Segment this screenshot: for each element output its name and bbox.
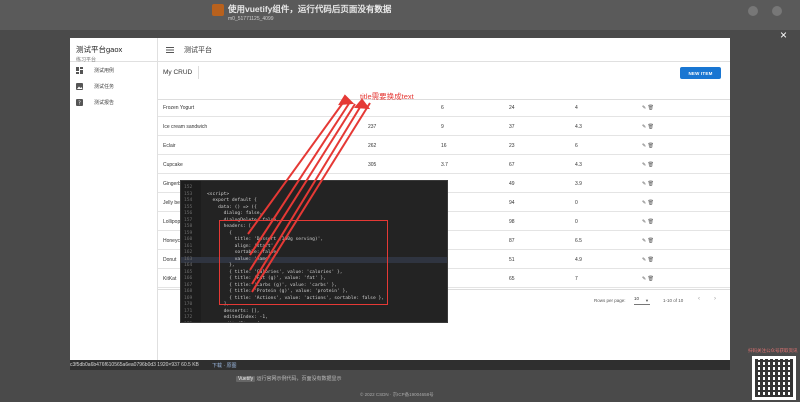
annotation-arrow bbox=[251, 102, 371, 293]
arrowhead-icon bbox=[353, 98, 371, 110]
annotation-arrow bbox=[251, 103, 363, 285]
annotation-arrow bbox=[249, 103, 356, 271]
annotation-arrow bbox=[249, 101, 351, 256]
annotation-arrows bbox=[247, 94, 371, 293]
arrowhead-icon bbox=[338, 94, 355, 106]
